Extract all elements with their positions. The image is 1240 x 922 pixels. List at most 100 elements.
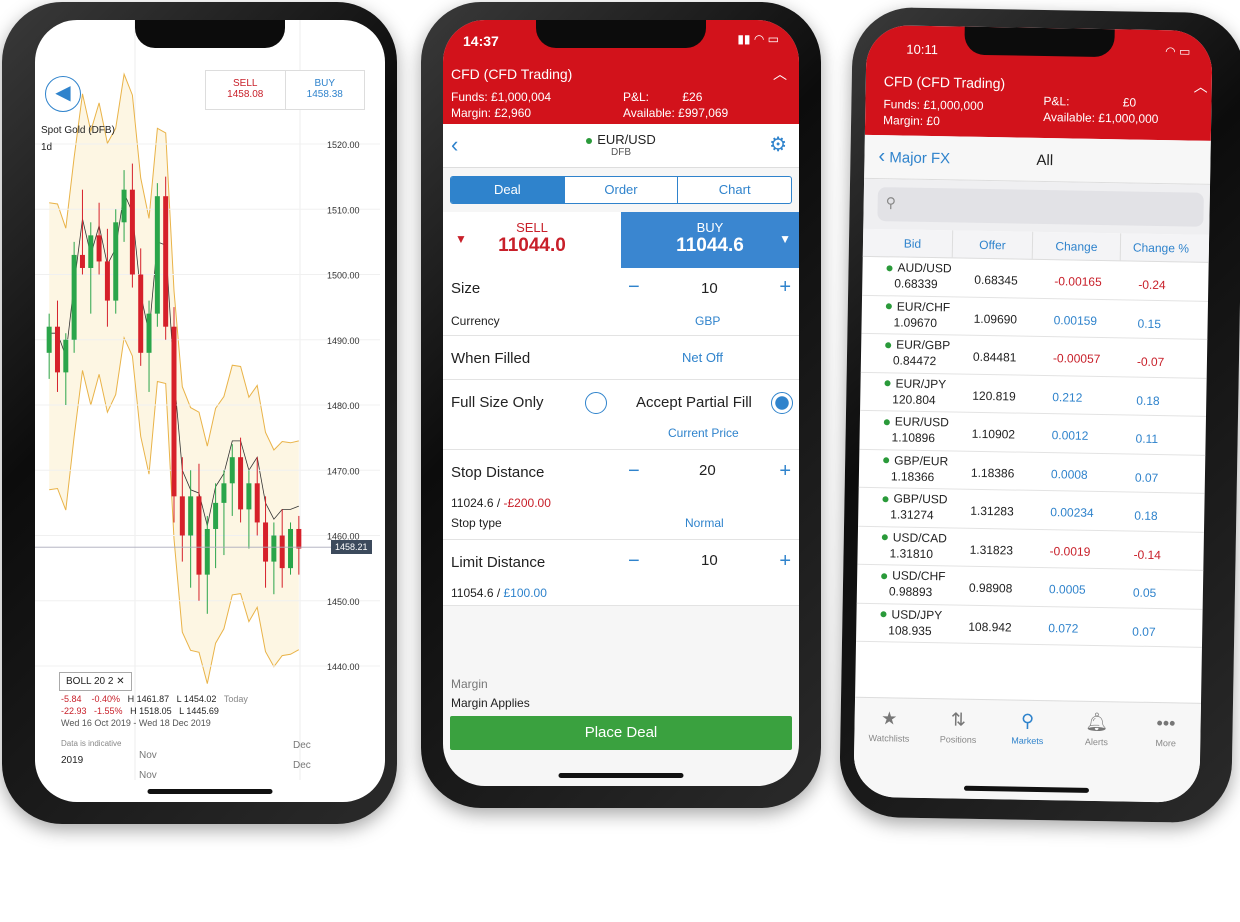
place-deal-button[interactable]: Place Deal bbox=[450, 716, 792, 750]
market-row[interactable]: EUR/USD 1.10896 1.10902 0.0012 0.11 bbox=[859, 410, 1206, 456]
offer: 1.31823 bbox=[969, 542, 1014, 558]
buy-button[interactable]: BUY 1458.38 bbox=[286, 71, 365, 109]
market-row[interactable]: EUR/CHF 1.09670 1.09690 0.00159 0.15 bbox=[861, 295, 1209, 340]
collapse-icon[interactable]: ︿ bbox=[773, 64, 787, 84]
limit-input[interactable]: 10 bbox=[701, 552, 718, 569]
high-range: H 1518.05 bbox=[130, 706, 172, 716]
search-input[interactable]: ⚲ bbox=[877, 187, 1204, 227]
offer: 108.942 bbox=[968, 619, 1012, 635]
back-button[interactable]: ◀ bbox=[45, 76, 81, 112]
buy-label: BUY bbox=[314, 78, 336, 89]
dropdown-icon[interactable]: ▼ bbox=[779, 232, 791, 246]
market-row[interactable]: GBP/EUR 1.18366 1.18386 0.0008 0.07 bbox=[858, 449, 1206, 494]
increase-size-button[interactable]: + bbox=[779, 276, 791, 299]
buy-price: 1458.38 bbox=[306, 89, 343, 100]
change-pct: 0.07 bbox=[1132, 624, 1156, 639]
market-row[interactable]: EUR/JPY 120.804 120.819 0.212 0.18 bbox=[860, 372, 1207, 417]
change: 0.0008 bbox=[1050, 466, 1088, 482]
arrows-icon: ⇅ bbox=[950, 709, 967, 730]
tab-chart[interactable]: Chart bbox=[678, 177, 791, 203]
instrument-name: EUR/USD bbox=[894, 414, 949, 430]
decrease-stop-button[interactable]: − bbox=[628, 460, 640, 483]
tabs: Deal Order Chart bbox=[450, 176, 792, 204]
deal-form: Size − 10 + Currency GBP When Filled Net… bbox=[443, 268, 799, 606]
change-pct: 0.05 bbox=[1132, 585, 1157, 601]
offer: 0.68345 bbox=[974, 272, 1018, 288]
search-icon: ⚲ bbox=[1020, 710, 1035, 731]
tab-more[interactable]: ••• More bbox=[1135, 713, 1197, 803]
market-row[interactable]: USD/CHF 0.98893 0.98908 0.0005 0.05 bbox=[856, 564, 1204, 610]
decrease-size-button[interactable]: − bbox=[628, 276, 640, 299]
collapse-icon[interactable]: ︿ bbox=[1194, 77, 1208, 97]
tab-deal[interactable]: Deal bbox=[451, 177, 565, 203]
col-bid[interactable]: Bid bbox=[872, 229, 954, 258]
price-type-select[interactable]: Current Price bbox=[668, 426, 739, 440]
sell-button[interactable]: SELL 1458.08 bbox=[206, 71, 286, 109]
currency-select[interactable]: GBP bbox=[695, 314, 720, 328]
partial-fill-radio[interactable] bbox=[771, 392, 793, 414]
high-today: H 1461.87 bbox=[127, 694, 170, 704]
stop-type-select[interactable]: Normal bbox=[685, 516, 724, 530]
funds: Funds: £1,000,000 bbox=[883, 97, 984, 113]
status-icons: ▮▮ ◠ ▭ bbox=[737, 32, 779, 46]
change: 0.00234 bbox=[1050, 505, 1094, 520]
stop-input[interactable]: 20 bbox=[699, 462, 716, 479]
increase-stop-button[interactable]: + bbox=[779, 460, 791, 483]
change-pct: -0.07 bbox=[1136, 354, 1165, 370]
full-size-radio[interactable] bbox=[585, 392, 607, 414]
close-icon[interactable]: ✕ bbox=[116, 676, 124, 687]
pl: P&L: £26 bbox=[623, 90, 703, 104]
instrument-name: EUR/CHF bbox=[896, 298, 951, 314]
margin-label: Margin bbox=[451, 677, 488, 691]
market-row[interactable]: AUD/USD 0.68339 0.68345 -0.00165 -0.24 bbox=[862, 256, 1209, 302]
offer: 1.09690 bbox=[973, 311, 1018, 327]
instrument-name: USD/CHF bbox=[892, 568, 946, 584]
chart-screen: 1520.00 1510.00 1500.00 1490.00 1480.00 1470.… bbox=[35, 20, 385, 802]
interval-label[interactable]: 1d bbox=[41, 142, 52, 153]
candle-body bbox=[288, 528, 294, 569]
market-row[interactable]: USD/JPY 108.935 108.942 0.072 0.07 bbox=[856, 603, 1203, 648]
increase-limit-button[interactable]: + bbox=[779, 550, 791, 573]
tab-watchlists[interactable]: ★ Watchlists bbox=[858, 708, 920, 798]
sell-button[interactable]: ▼ SELL 11044.0 bbox=[443, 212, 621, 268]
col-offer[interactable]: Offer bbox=[952, 230, 1034, 259]
candle-body bbox=[104, 261, 110, 301]
size-input[interactable]: 10 bbox=[701, 280, 718, 297]
market-row[interactable]: GBP/USD 1.31274 1.31283 0.00234 0.18 bbox=[858, 487, 1205, 533]
deal-screen: 14:37 ▮▮ ◠ ▭ CFD (CFD Trading) ︿ Funds: … bbox=[443, 20, 799, 786]
candle-body bbox=[221, 483, 227, 503]
back-button[interactable]: ‹ Major FX bbox=[878, 145, 950, 169]
y-tick-label: 1450.00 bbox=[327, 597, 360, 607]
candle-body bbox=[171, 326, 177, 497]
month-label: Nov bbox=[139, 770, 157, 781]
market-row[interactable]: EUR/GBP 0.84472 0.84481 -0.00057 -0.07 bbox=[860, 333, 1208, 379]
col-change-pct[interactable]: Change % bbox=[1121, 233, 1201, 261]
buy-button[interactable]: ▼ BUY 11044.6 bbox=[621, 212, 799, 268]
gear-icon[interactable]: ⚙ bbox=[769, 132, 787, 157]
tab-label: Positions bbox=[939, 734, 977, 745]
instrument-name: GBP/USD bbox=[893, 491, 948, 507]
y-tick-label: 1480.00 bbox=[327, 401, 360, 411]
y-tick-label: 1510.00 bbox=[327, 205, 360, 215]
decrease-limit-button[interactable]: − bbox=[628, 550, 640, 573]
low-range: L 1445.69 bbox=[179, 706, 219, 716]
change: 0.212 bbox=[1052, 389, 1083, 405]
account-title[interactable]: CFD (CFD Trading) bbox=[884, 73, 1006, 91]
offer: 1.31283 bbox=[970, 503, 1014, 519]
col-change[interactable]: Change bbox=[1032, 231, 1122, 261]
market-row[interactable]: USD/CAD 1.31810 1.31823 -0.0019 -0.14 bbox=[857, 526, 1204, 571]
indicator-chip[interactable]: BOLL 20 2 ✕ bbox=[59, 672, 132, 691]
bid: 1.31810 bbox=[889, 545, 934, 561]
offer: 0.98908 bbox=[968, 580, 1013, 596]
change-today: -5.84 bbox=[61, 694, 82, 704]
x-axis-label-nov: Nov bbox=[139, 750, 157, 761]
change: -0.00165 bbox=[1054, 274, 1102, 290]
bid: 0.84472 bbox=[892, 353, 937, 369]
tab-order[interactable]: Order bbox=[565, 177, 679, 203]
candle-body bbox=[246, 483, 252, 510]
account-title[interactable]: CFD (CFD Trading) bbox=[451, 66, 572, 82]
change-pct: 0.15 bbox=[1137, 316, 1162, 331]
when-filled-select[interactable]: Net Off bbox=[682, 350, 723, 365]
bell-icon: 🔔︎ bbox=[1085, 711, 1109, 733]
tab-label: More bbox=[1155, 738, 1176, 749]
